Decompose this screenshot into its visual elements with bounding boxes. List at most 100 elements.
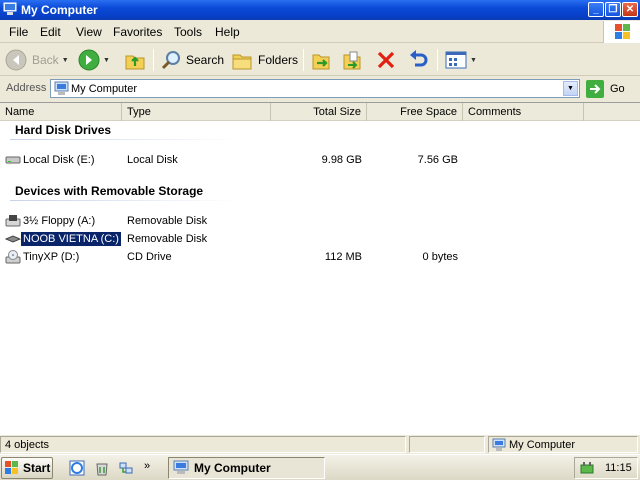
my-computer-icon [3, 2, 17, 15]
my-computer-icon [54, 81, 69, 95]
menu-file[interactable]: File [9, 25, 28, 39]
list-item[interactable]: 3½ Floppy (A:) Removable Disk [0, 213, 640, 230]
window-title: My Computer [21, 3, 98, 17]
go-button[interactable]: Go [586, 80, 625, 98]
go-label: Go [610, 83, 625, 95]
copy-to-button[interactable] [341, 47, 363, 73]
network-icon[interactable] [118, 460, 134, 476]
undo-button[interactable] [407, 47, 429, 73]
item-name: 3½ Floppy (A:) [23, 215, 96, 227]
folders-button[interactable]: Folders [231, 47, 298, 73]
windows-flag-icon [615, 24, 630, 39]
go-arrow-icon [586, 80, 604, 98]
move-to-icon [312, 54, 330, 70]
list-item-selected[interactable]: NOOB VIETNA (C:) Removable Disk [0, 231, 640, 248]
forward-arrow-icon [78, 49, 100, 71]
menu-edit[interactable]: Edit [40, 25, 61, 39]
item-type: CD Drive [127, 251, 172, 263]
standard-toolbar: Back ▼ ▼ Search Folders ▼ [0, 44, 640, 76]
group-title-hard-disks: Hard Disk Drives [15, 123, 112, 137]
internet-explorer-icon[interactable] [69, 460, 85, 476]
menu-tools[interactable]: Tools [174, 25, 202, 39]
back-label: Back [32, 53, 59, 67]
file-list-view[interactable]: Name Type Total Size Free Space Comments… [0, 102, 640, 434]
views-icon [445, 51, 467, 69]
title-bar[interactable]: My Computer _ ❐ ✕ [0, 0, 640, 20]
search-button[interactable]: Search [160, 47, 224, 73]
close-button[interactable]: ✕ [622, 2, 638, 17]
folders-label: Folders [258, 53, 299, 67]
address-dropdown-icon[interactable]: ▼ [563, 81, 578, 96]
status-object-count: 4 objects [0, 436, 406, 453]
forward-dropdown-icon[interactable]: ▼ [103, 57, 110, 64]
list-item[interactable]: TinyXP (D:) CD Drive 112 MB 0 bytes [0, 249, 640, 266]
floppy-drive-icon [5, 215, 21, 227]
views-dropdown-icon[interactable]: ▼ [470, 57, 477, 64]
minimize-button[interactable]: _ [588, 2, 604, 17]
item-name: TinyXP (D:) [23, 251, 80, 263]
back-button[interactable]: Back ▼ [5, 47, 69, 73]
status-bar: 4 objects My Computer [0, 434, 640, 453]
taskbar-button-label: My Computer [194, 461, 271, 475]
cd-drive-icon [5, 250, 21, 264]
group-title-removable: Devices with Removable Storage [15, 184, 204, 198]
restore-button[interactable]: ❐ [605, 2, 621, 17]
column-empty [584, 103, 640, 121]
windows-flag-icon [5, 461, 18, 474]
removable-disk-icon [5, 235, 21, 243]
copy-to-icon [343, 51, 361, 70]
start-label: Start [23, 461, 51, 475]
column-total-size[interactable]: Total Size [271, 103, 367, 121]
search-label: Search [186, 53, 225, 67]
group-divider [10, 139, 240, 140]
taskbar: Start » My Computer 11:15 [0, 454, 640, 480]
folders-icon [232, 54, 252, 70]
windows-logo [603, 21, 640, 43]
column-comments[interactable]: Comments [463, 103, 584, 121]
clock[interactable]: 11:15 [605, 462, 632, 474]
start-button[interactable]: Start [1, 457, 53, 479]
system-tray: 11:15 [574, 457, 638, 479]
address-field[interactable]: My Computer ▼ [50, 79, 580, 98]
column-header: Name Type Total Size Free Space Comments [0, 103, 640, 121]
recycle-bin-icon[interactable] [94, 460, 110, 476]
status-empty-pane [409, 436, 485, 453]
back-dropdown-icon[interactable]: ▼ [62, 57, 69, 64]
views-button[interactable]: ▼ [445, 47, 477, 73]
item-total-size: 9.98 GB [321, 154, 362, 166]
column-type[interactable]: Type [122, 103, 271, 121]
address-bar: Address My Computer ▼ Go [0, 77, 640, 100]
back-arrow-icon [5, 49, 27, 71]
list-item[interactable]: Local Disk (E:) Local Disk 9.98 GB 7.56 … [0, 152, 640, 169]
column-free-space[interactable]: Free Space [367, 103, 463, 121]
menu-view[interactable]: View [76, 25, 102, 39]
menu-help[interactable]: Help [215, 25, 240, 39]
item-type: Removable Disk [127, 215, 208, 227]
item-type: Local Disk [127, 154, 178, 166]
undo-icon [410, 50, 428, 67]
quick-launch-chevron-icon[interactable]: » [144, 460, 150, 472]
item-free-space: 7.56 GB [417, 154, 458, 166]
up-folder-button[interactable] [124, 47, 146, 73]
forward-button[interactable]: ▼ [78, 47, 110, 73]
group-divider [10, 200, 240, 201]
delete-button[interactable] [375, 47, 397, 73]
item-name: Local Disk (E:) [23, 154, 95, 166]
move-to-button[interactable] [310, 47, 332, 73]
my-computer-icon [173, 460, 189, 474]
item-free-space: 0 bytes [422, 251, 458, 263]
hard-disk-icon [5, 156, 21, 164]
my-computer-icon [492, 438, 506, 451]
status-location-pane: My Computer [488, 436, 638, 453]
delete-x-icon [377, 51, 395, 69]
column-name[interactable]: Name [0, 103, 122, 121]
item-type: Removable Disk [127, 233, 208, 245]
item-name: NOOB VIETNA (C:) [20, 231, 122, 247]
menu-favorites[interactable]: Favorites [113, 25, 162, 39]
search-icon [161, 51, 180, 70]
taskbar-button-my-computer[interactable]: My Computer [168, 457, 325, 479]
safely-remove-hardware-icon[interactable] [579, 460, 595, 476]
menu-bar: File Edit View Favorites Tools Help [0, 20, 640, 43]
item-total-size: 112 MB [324, 251, 362, 263]
address-label: Address [6, 82, 47, 94]
